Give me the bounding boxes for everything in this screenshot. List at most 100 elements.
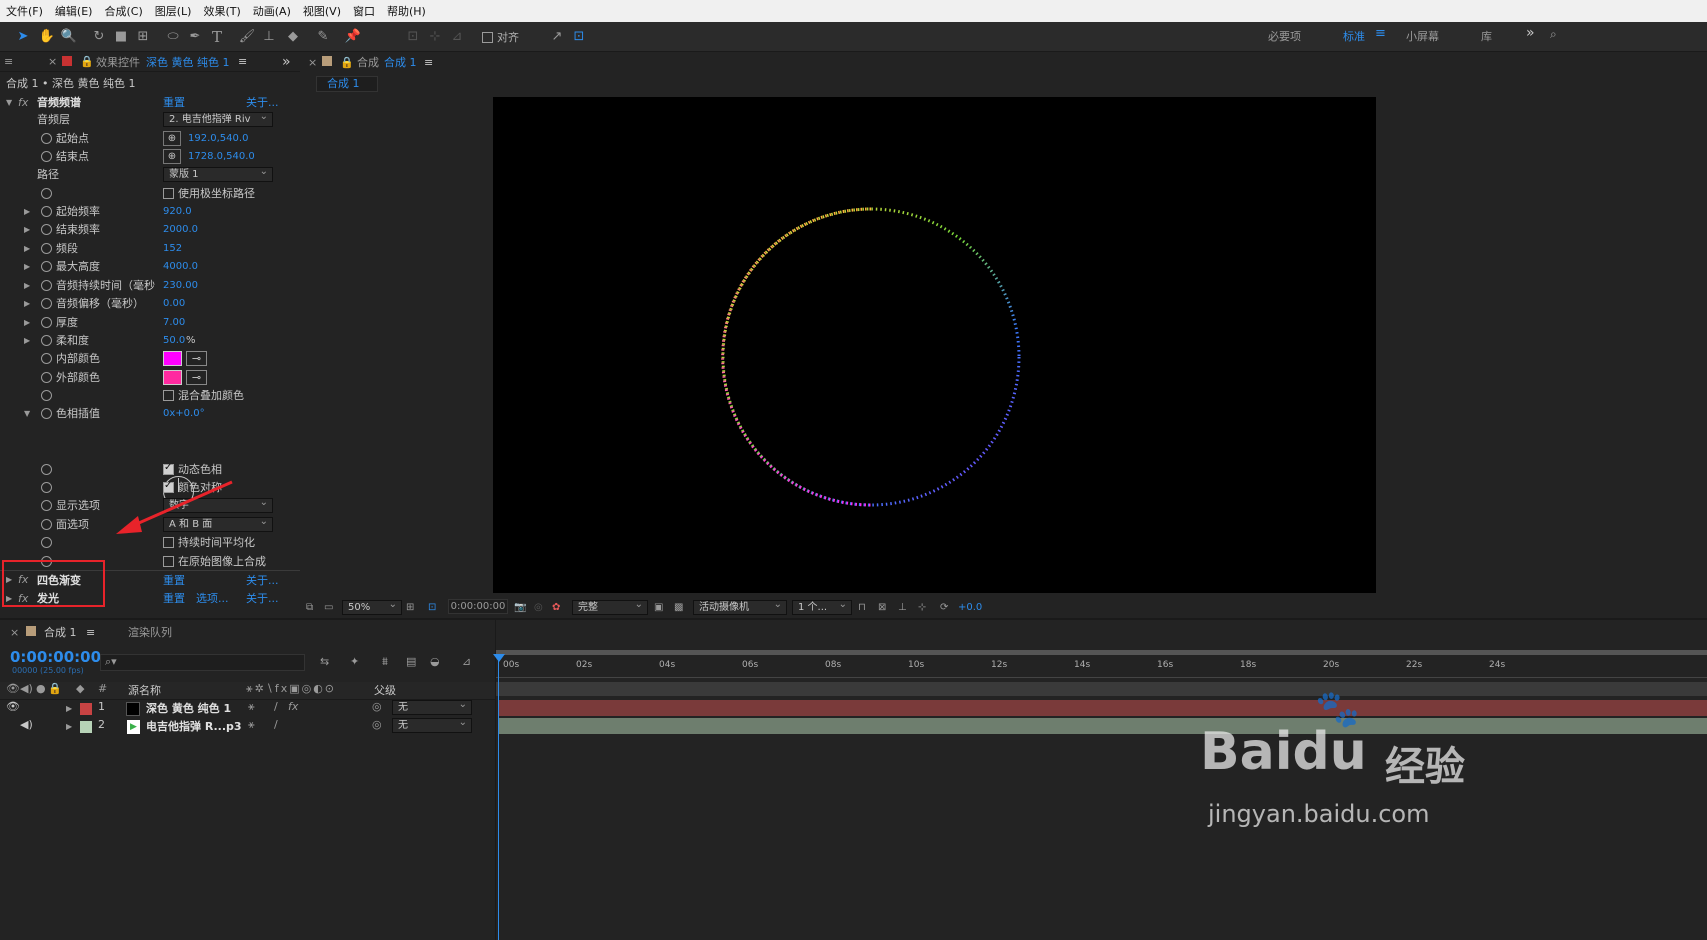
workspace-standard[interactable]: 标准 [1343, 28, 1365, 44]
options-link[interactable]: 选项... [196, 590, 229, 606]
expand-icon[interactable]: ▶ [24, 336, 30, 345]
close-tab-icon[interactable]: × [308, 56, 317, 69]
region-of-interest-icon[interactable]: ▣ [654, 602, 663, 613]
max-height-value[interactable]: 4000.0 [163, 261, 198, 272]
ellipse-tool-icon[interactable]: ⬭ [164, 28, 182, 46]
rotate-tool-icon[interactable]: ↻ [90, 28, 108, 46]
crosshair-icon[interactable]: ⊕ [163, 148, 181, 164]
parent-dropdown[interactable]: 无 [392, 700, 472, 715]
audio-icon[interactable]: ◀) [20, 718, 33, 731]
crosshair-icon[interactable]: ⊕ [163, 130, 181, 146]
playhead-handle-icon[interactable] [493, 654, 505, 662]
about-link[interactable]: 关于... [246, 94, 279, 110]
menu-composition[interactable]: 合成(C) [98, 3, 148, 19]
eyedropper-icon[interactable]: ⊸ [186, 369, 207, 385]
thickness-value[interactable]: 7.00 [163, 317, 185, 328]
menu-view[interactable]: 视图(V) [297, 3, 347, 19]
workspace-small-screen[interactable]: 小屏幕 [1406, 28, 1439, 44]
expand-panel-icon[interactable]: » [282, 54, 291, 70]
expand-icon[interactable]: ▶ [24, 318, 30, 327]
playhead[interactable] [498, 654, 499, 940]
quality-dropdown[interactable]: 完整 [572, 599, 648, 615]
expand-icon[interactable]: ▶ [24, 207, 30, 216]
tab-menu-icon[interactable]: ≡ [86, 626, 95, 639]
selection-tool-icon[interactable]: ➤ [14, 28, 32, 46]
stopwatch-icon[interactable] [41, 187, 52, 199]
align-checkbox[interactable]: 对齐 [482, 29, 519, 45]
layer-row[interactable]: 👁 ▶ 1 深色 黄色 纯色 1 ⚹ / fx ◎ 无 [0, 700, 495, 718]
puppet-pin-tool-icon[interactable]: 📌 [344, 28, 362, 46]
time-ruler[interactable]: 00s 02s 04s 06s 08s 10s 12s 14s 16s 18s … [496, 656, 1707, 678]
effect-controls-tab-layer[interactable]: 深色 黄色 纯色 1 [146, 54, 230, 70]
workspace-libraries[interactable]: 库 [1481, 28, 1492, 44]
resolution-icon[interactable]: ⊞ [406, 602, 414, 613]
workspace-menu-icon[interactable]: ≡ [1375, 26, 1386, 41]
comp-mini-flowchart-icon[interactable]: ⇆ [320, 655, 329, 668]
layer-name[interactable]: 电吉他指弹 R...p3 [146, 718, 242, 734]
bands-value[interactable]: 152 [163, 243, 182, 254]
duration-averaging-checkbox[interactable] [163, 536, 174, 548]
safe-margins-icon[interactable]: ⊡ [428, 602, 436, 613]
hue-value[interactable]: 0x+0.0° [163, 408, 205, 419]
stopwatch-icon[interactable] [41, 407, 52, 419]
path-dropdown[interactable]: 蒙版 1 [163, 166, 273, 182]
end-frequency-value[interactable]: 2000.0 [163, 224, 198, 235]
stopwatch-icon[interactable] [41, 536, 52, 548]
dynamic-hue-checkbox[interactable] [163, 462, 174, 475]
stopwatch-icon[interactable] [41, 279, 52, 291]
menu-file[interactable]: 文件(F) [0, 3, 49, 19]
outside-color-swatch[interactable] [163, 369, 182, 385]
shy-layers-icon[interactable]: ⩩ [382, 655, 388, 669]
snap-options-icon[interactable]: ⊡ [570, 28, 588, 46]
close-tab-icon[interactable]: × [48, 55, 57, 68]
menu-help[interactable]: 帮助(H) [381, 3, 432, 19]
close-tab-icon[interactable]: × [10, 626, 19, 639]
stopwatch-icon[interactable] [41, 242, 52, 254]
stopwatch-icon[interactable] [41, 205, 52, 217]
reset-link[interactable]: 重置 [163, 572, 185, 588]
panel-menu-icon[interactable]: ≡ [4, 55, 13, 68]
toggle-pixel-aspect-icon[interactable]: ⊓ [858, 602, 866, 613]
layer-label-color[interactable] [80, 703, 92, 715]
fx-icon[interactable]: fx [18, 96, 28, 109]
stopwatch-icon[interactable] [41, 481, 52, 493]
fast-preview-icon[interactable]: ⊠ [878, 602, 886, 613]
stopwatch-icon[interactable] [41, 463, 52, 475]
start-frequency-value[interactable]: 920.0 [163, 206, 192, 217]
zoom-tool-icon[interactable]: 🔍 [60, 28, 78, 46]
timecode-display[interactable]: 0:00:00:00 [10, 648, 101, 666]
layer-label-color[interactable] [80, 721, 92, 733]
roto-brush-tool-icon[interactable]: ✎ [314, 28, 332, 46]
menu-layer[interactable]: 图层(L) [149, 3, 198, 19]
transparency-grid-icon[interactable]: ▩ [674, 602, 683, 613]
audio-offset-value[interactable]: 0.00 [163, 298, 185, 309]
stopwatch-icon[interactable] [41, 260, 52, 272]
stopwatch-icon[interactable] [41, 389, 52, 401]
axis-local-icon[interactable]: ⊡ [404, 28, 422, 46]
camera-dropdown[interactable]: 活动摄像机 [693, 599, 787, 615]
stopwatch-icon[interactable] [41, 297, 52, 309]
flowchart-icon[interactable]: ⊹ [918, 602, 926, 613]
expand-icon[interactable]: ▶ [24, 281, 30, 290]
audio-layer-dropdown[interactable]: 2. 电吉他指弹 Riv [163, 111, 273, 127]
reset-link[interactable]: 重置 [163, 590, 185, 606]
eyedropper-icon[interactable]: ⊸ [186, 350, 207, 366]
monitor-icon[interactable]: ▭ [324, 602, 333, 613]
snapshot-icon[interactable]: 📷 [514, 602, 526, 613]
camera-tool-icon[interactable]: ■ [112, 28, 130, 46]
shy-switch-icon[interactable]: ⚹ [248, 718, 255, 732]
composition-viewer[interactable] [493, 97, 1376, 593]
layer-row[interactable]: ◀) ▶ 2 ▶ 电吉他指弹 R...p3 ⚹ / ◎ 无 [0, 718, 495, 736]
expand-icon[interactable]: ▶ [24, 225, 30, 234]
stopwatch-icon[interactable] [41, 518, 52, 530]
search-help-icon[interactable]: ⌕ [1550, 27, 1557, 42]
layer-bar[interactable] [498, 700, 1707, 716]
stamp-tool-icon[interactable]: ⊥ [260, 28, 278, 46]
timeline-icon[interactable]: ⊥ [898, 602, 907, 613]
stopwatch-icon[interactable] [41, 316, 52, 328]
expand-icon[interactable]: ▶ [24, 299, 30, 308]
collapse-icon[interactable]: ▼ [6, 98, 12, 107]
stopwatch-icon[interactable] [41, 132, 52, 144]
show-snapshot-icon[interactable]: ◎ [534, 602, 543, 613]
about-link[interactable]: 关于... [246, 590, 279, 606]
